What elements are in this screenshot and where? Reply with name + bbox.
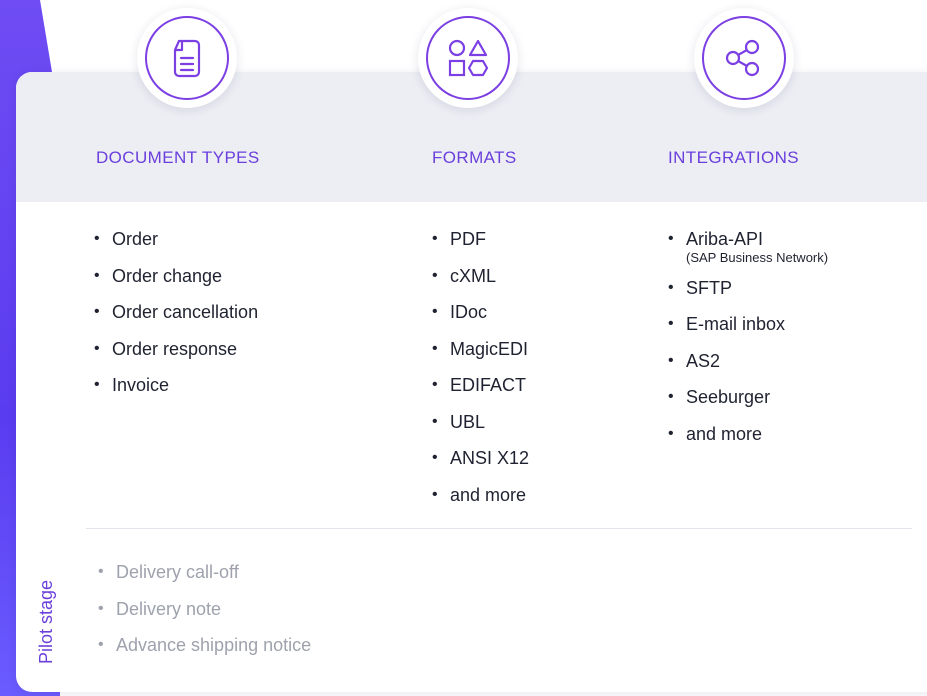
list-item: Delivery call-off [96, 554, 311, 591]
list-item: Order cancellation [92, 294, 258, 331]
list-item: Advance shipping notice [96, 627, 311, 664]
list-item: Ariba-API (SAP Business Network) [666, 221, 828, 266]
list-item: cXML [430, 258, 529, 295]
list-item: and more [666, 416, 828, 453]
list-item: Order [92, 221, 258, 258]
list-item: Delivery note [96, 591, 311, 628]
list-item: SFTP [666, 270, 828, 307]
list-item: MagicEDI [430, 331, 529, 368]
list-item: Seeburger [666, 379, 828, 416]
list-item: and more [430, 477, 529, 514]
header-band [16, 72, 927, 202]
list-item: Order response [92, 331, 258, 368]
list-item: IDoc [430, 294, 529, 331]
heading-formats: FORMATS [432, 148, 517, 167]
list-item: EDIFACT [430, 367, 529, 404]
list-item: ANSI X12 [430, 440, 529, 477]
heading-integrations: INTEGRATIONS [668, 148, 800, 167]
list-item-label: Ariba-API [686, 229, 764, 249]
list-item: AS2 [666, 343, 828, 380]
list-item: Invoice [92, 367, 258, 404]
section-divider [86, 528, 912, 529]
list-item-note: (SAP Business Network) [686, 249, 829, 265]
list-item: PDF [430, 221, 529, 258]
document-types-list: Order Order change Order cancellation Or… [92, 221, 258, 404]
integrations-list: Ariba-API (SAP Business Network) SFTP E-… [666, 221, 828, 452]
formats-list: PDF cXML IDoc MagicEDI EDIFACT UBL ANSI … [430, 221, 529, 513]
list-item: E-mail inbox [666, 306, 828, 343]
heading-document-types: DOCUMENT TYPES [96, 148, 260, 167]
list-item: Order change [92, 258, 258, 295]
pilot-stage-list: Delivery call-off Delivery note Advance … [96, 554, 311, 664]
list-item: UBL [430, 404, 529, 441]
pilot-stage-label: Pilot stage [36, 579, 56, 664]
